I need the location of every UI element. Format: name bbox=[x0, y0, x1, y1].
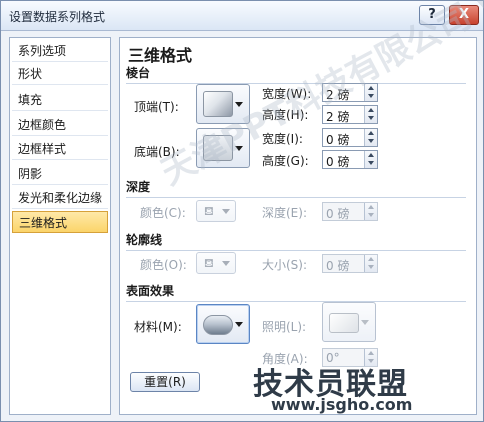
close-button[interactable]: X bbox=[449, 5, 479, 25]
arrow-up-icon[interactable] bbox=[368, 108, 374, 112]
settings-panel: 三维格式 棱台 顶端(T): 宽度(W): 2 磅 高度(H): 2 磅 底端(… bbox=[119, 37, 477, 415]
contour-color-label: 颜色(O): bbox=[140, 258, 187, 272]
top-height-label: 高度(H): bbox=[262, 108, 309, 122]
arrow-up-icon[interactable] bbox=[368, 153, 374, 157]
angle-spinner[interactable]: 0° bbox=[322, 348, 378, 367]
bevel-preview-icon bbox=[203, 135, 233, 161]
bottom-width-spinner[interactable]: 0 磅 bbox=[322, 128, 378, 147]
bottom-width-value: 0 磅 bbox=[326, 133, 350, 147]
lighting-label: 照明(L): bbox=[262, 320, 307, 334]
section-surface: 表面效果 bbox=[126, 282, 466, 302]
top-bevel-label: 顶端(T): bbox=[134, 100, 179, 114]
arrow-down-icon[interactable] bbox=[368, 213, 374, 217]
spinner-arrows[interactable] bbox=[364, 151, 377, 168]
bottom-width-label: 宽度(I): bbox=[262, 132, 303, 146]
spinner-arrows[interactable] bbox=[364, 84, 377, 101]
sidebar-item-shape[interactable]: 形状 bbox=[12, 63, 108, 85]
sidebar-item-series-options[interactable]: 系列选项 bbox=[12, 40, 108, 62]
sidebar-item-glow-soft-edges[interactable]: 发光和柔化边缘 bbox=[12, 187, 108, 209]
contour-size-spinner[interactable]: 0 磅 bbox=[322, 254, 378, 273]
depth-value: 0 磅 bbox=[326, 207, 350, 221]
section-contour: 轮廓线 bbox=[126, 231, 466, 251]
depth-spinner[interactable]: 0 磅 bbox=[322, 202, 378, 221]
sidebar-item-shadow[interactable]: 阴影 bbox=[12, 163, 108, 185]
bottom-height-value: 0 磅 bbox=[326, 155, 350, 169]
sidebar-item-3d-format[interactable]: 三维格式 bbox=[12, 211, 108, 233]
arrow-down-icon[interactable] bbox=[368, 265, 374, 269]
chevron-down-icon bbox=[235, 102, 243, 107]
chevron-down-icon bbox=[235, 146, 243, 151]
arrow-up-icon[interactable] bbox=[368, 351, 374, 355]
arrow-up-icon[interactable] bbox=[368, 86, 374, 90]
contour-color-dropdown[interactable]: ⛾ bbox=[196, 252, 236, 274]
material-preview-icon bbox=[203, 315, 233, 335]
material-label: 材料(M): bbox=[134, 320, 182, 334]
depth-label: 深度(E): bbox=[262, 206, 307, 220]
arrow-down-icon[interactable] bbox=[368, 116, 374, 120]
lighting-preview-icon bbox=[329, 313, 359, 333]
arrow-down-icon[interactable] bbox=[368, 139, 374, 143]
paint-bucket-icon: ⛾ bbox=[204, 204, 214, 218]
bevel-preview-icon bbox=[203, 91, 233, 117]
angle-label: 角度(A): bbox=[262, 352, 308, 366]
arrow-up-icon[interactable] bbox=[368, 257, 374, 261]
depth-color-label: 颜色(C): bbox=[140, 206, 186, 220]
contour-size-value: 0 磅 bbox=[326, 259, 350, 273]
spinner-arrows[interactable] bbox=[364, 349, 377, 366]
top-width-spinner[interactable]: 2 磅 bbox=[322, 83, 378, 102]
bottom-bevel-label: 底端(B): bbox=[134, 145, 180, 159]
paint-bucket-icon: ⛾ bbox=[204, 256, 214, 270]
spinner-arrows[interactable] bbox=[364, 255, 377, 272]
chevron-down-icon bbox=[235, 322, 243, 327]
bottom-height-spinner[interactable]: 0 磅 bbox=[322, 150, 378, 169]
top-width-label: 宽度(W): bbox=[262, 87, 312, 101]
sidebar-item-border-color[interactable]: 边框颜色 bbox=[12, 114, 108, 136]
top-bevel-dropdown[interactable] bbox=[196, 84, 250, 124]
spinner-arrows[interactable] bbox=[364, 203, 377, 220]
window-title: 设置数据系列格式 bbox=[9, 10, 106, 24]
arrow-up-icon[interactable] bbox=[368, 205, 374, 209]
angle-value: 0° bbox=[326, 351, 340, 365]
top-height-spinner[interactable]: 2 磅 bbox=[322, 105, 378, 124]
reset-button[interactable]: 重置(R) bbox=[130, 372, 200, 392]
top-height-value: 2 磅 bbox=[326, 110, 350, 124]
arrow-down-icon[interactable] bbox=[368, 94, 374, 98]
arrow-up-icon[interactable] bbox=[368, 131, 374, 135]
sidebar-item-border-style[interactable]: 边框样式 bbox=[12, 138, 108, 160]
spinner-arrows[interactable] bbox=[364, 106, 377, 123]
section-bevel: 棱台 bbox=[126, 64, 466, 84]
chevron-down-icon bbox=[222, 261, 230, 266]
top-width-value: 2 磅 bbox=[326, 88, 350, 102]
bottom-height-label: 高度(G): bbox=[262, 154, 309, 168]
help-button[interactable]: ? bbox=[419, 5, 445, 25]
lighting-dropdown[interactable] bbox=[322, 302, 376, 342]
category-list: 系列选项 形状 填充 边框颜色 边框样式 阴影 发光和柔化边缘 三维格式 bbox=[9, 37, 111, 415]
title-bar: 设置数据系列格式 ? X bbox=[1, 1, 483, 31]
format-data-series-dialog: 设置数据系列格式 ? X 系列选项 形状 填充 边框颜色 边框样式 阴影 发光和… bbox=[0, 0, 484, 422]
material-dropdown[interactable] bbox=[196, 304, 250, 344]
spinner-arrows[interactable] bbox=[364, 129, 377, 146]
arrow-down-icon[interactable] bbox=[368, 161, 374, 165]
arrow-down-icon[interactable] bbox=[368, 359, 374, 363]
chevron-down-icon bbox=[361, 320, 369, 325]
sidebar-item-fill[interactable]: 填充 bbox=[12, 89, 108, 111]
section-depth: 深度 bbox=[126, 178, 466, 198]
contour-size-label: 大小(S): bbox=[262, 258, 308, 272]
chevron-down-icon bbox=[222, 209, 230, 214]
panel-heading: 三维格式 bbox=[128, 46, 193, 65]
bottom-bevel-dropdown[interactable] bbox=[196, 128, 250, 168]
depth-color-dropdown[interactable]: ⛾ bbox=[196, 200, 236, 222]
